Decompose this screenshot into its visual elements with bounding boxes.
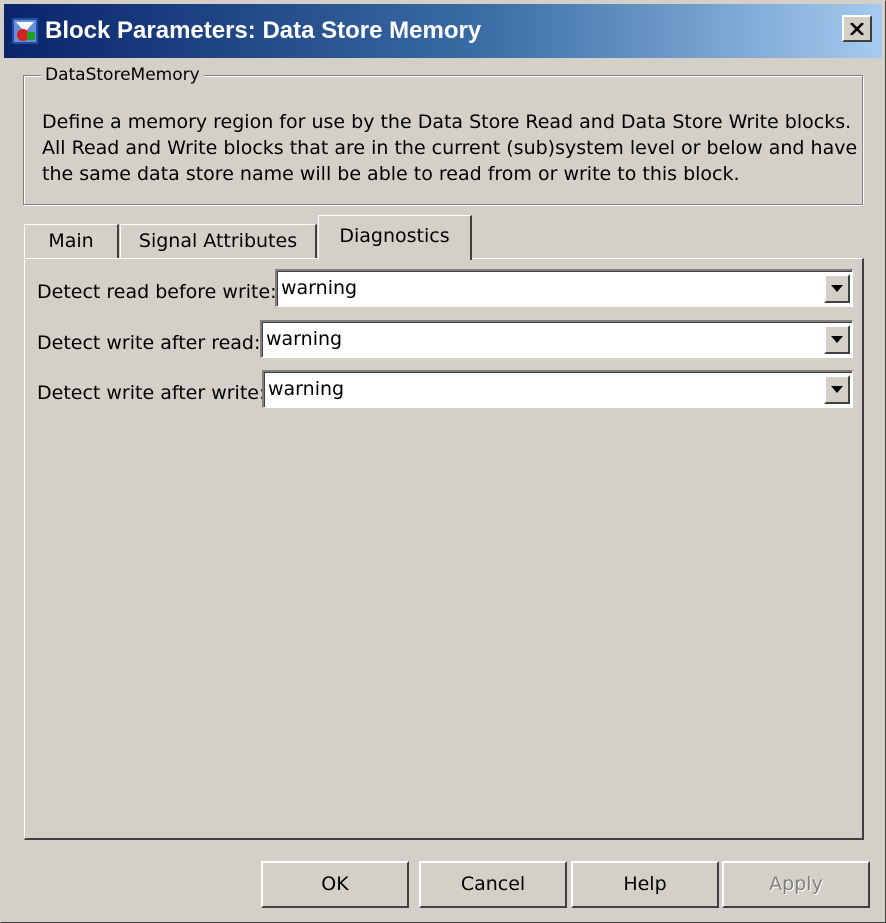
apply-button[interactable]: Apply — [722, 861, 870, 908]
detect-write-after-read-label: Detect write after read: — [37, 332, 261, 354]
detect-read-before-write-dropdown[interactable]: warning — [275, 269, 853, 307]
detect-write-after-read-dropdown[interactable]: warning — [260, 320, 853, 358]
dropdown-arrow-button[interactable] — [824, 375, 850, 404]
dropdown-value: warning — [266, 328, 343, 350]
tab-diagnostics[interactable]: Diagnostics — [318, 215, 472, 260]
help-button[interactable]: Help — [571, 861, 719, 908]
chevron-down-icon — [831, 386, 843, 393]
window-title: Block Parameters: Data Store Memory — [45, 17, 482, 44]
close-button[interactable] — [842, 15, 872, 42]
block-parameters-dialog: Block Parameters: Data Store Memory Data… — [0, 0, 886, 923]
chevron-down-icon — [831, 285, 843, 292]
detect-write-after-write-dropdown[interactable]: warning — [262, 370, 853, 408]
simulink-block-icon — [12, 18, 38, 44]
description-line: All Read and Write blocks that are in th… — [42, 137, 858, 159]
block-description: Define a memory region for use by the Da… — [42, 109, 872, 187]
ok-button[interactable]: OK — [261, 861, 409, 908]
dropdown-value: warning — [281, 277, 358, 299]
dropdown-arrow-button[interactable] — [824, 274, 850, 303]
dropdown-arrow-button[interactable] — [824, 325, 850, 354]
title-bar[interactable]: Block Parameters: Data Store Memory — [4, 4, 882, 58]
description-line: Define a memory region for use by the Da… — [42, 111, 852, 133]
cancel-button[interactable]: Cancel — [419, 861, 567, 908]
description-line: the same data store name will be able to… — [42, 163, 740, 185]
chevron-down-icon — [831, 336, 843, 343]
tab-signal-attributes[interactable]: Signal Attributes — [120, 224, 317, 258]
close-icon — [850, 22, 864, 35]
tab-main[interactable]: Main — [24, 224, 119, 258]
dropdown-value: warning — [268, 378, 345, 400]
diagnostics-panel: Detect read before write: warning Detect… — [24, 258, 864, 840]
detect-write-after-write-label: Detect write after write: — [37, 382, 266, 404]
groupbox-title: DataStoreMemory — [41, 63, 204, 87]
detect-read-before-write-label: Detect read before write: — [37, 281, 277, 303]
